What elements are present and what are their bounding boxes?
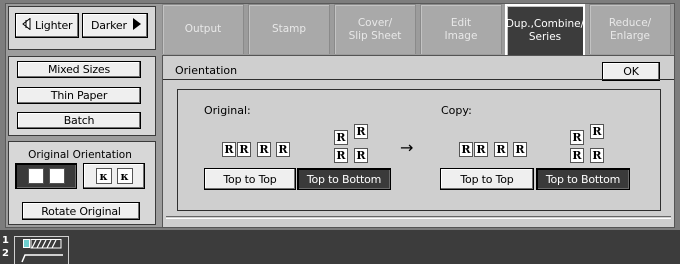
ok-label: OK	[623, 65, 639, 78]
orientation-rotated-button[interactable]: κ κ	[83, 163, 145, 189]
rotate-original-label: Rotate Original	[41, 204, 121, 218]
original-top-to-top-label: Top to Top	[223, 172, 277, 186]
original-page-icon: R	[237, 142, 251, 157]
tab-reduce-enlarge-label: Reduce/ Enlarge	[608, 16, 652, 42]
content-divider-highlight	[166, 218, 671, 219]
orientation-dialog: Orientation OK Original: Copy: R R R R R…	[162, 55, 675, 228]
copy-page-icon: R	[474, 142, 488, 157]
content-divider	[166, 216, 671, 217]
queued-job[interactable]	[14, 236, 69, 264]
page-rotated-icon: κ	[95, 168, 112, 184]
page-upright-icon: R	[27, 168, 44, 184]
queue-number-2: 2	[2, 248, 9, 259]
page-rotated-icon: κ	[116, 168, 133, 184]
job-queue-strip: 1 2	[0, 230, 680, 264]
tab-output-label: Output	[184, 23, 222, 35]
mixed-sizes-button[interactable]: Mixed Sizes	[17, 61, 141, 78]
batch-label: Batch	[63, 114, 95, 127]
original-page-icon: R	[354, 124, 368, 139]
original-top-to-bottom-label: Top to Bottom	[306, 172, 382, 186]
original-orientation-title: Original Orientation	[28, 149, 132, 161]
original-page-icon: R	[222, 142, 236, 157]
tab-edit-image[interactable]: Edit Image	[420, 4, 502, 54]
batch-button[interactable]: Batch	[17, 112, 141, 129]
darker-button[interactable]: Darker	[82, 13, 148, 38]
tab-dup-combine-series[interactable]: Dup.,Combine/ Series	[505, 4, 585, 55]
page-upright-icon: R	[48, 168, 65, 184]
copy-label: Copy:	[441, 104, 472, 117]
arrow-icon: →	[400, 138, 414, 157]
copy-page-icon: R	[459, 142, 473, 157]
rotate-original-button[interactable]: Rotate Original	[22, 202, 140, 220]
copy-page-icon: R	[570, 130, 584, 145]
thin-paper-button[interactable]: Thin Paper	[17, 87, 141, 104]
thin-paper-label: Thin Paper	[50, 89, 108, 102]
original-page-icon: R	[354, 148, 368, 163]
original-page-icon: R	[334, 130, 348, 145]
copy-top-to-top-button[interactable]: Top to Top	[440, 168, 534, 190]
copy-top-to-top-label: Top to Top	[460, 172, 514, 186]
darker-icon	[132, 18, 141, 33]
lighter-icon	[22, 17, 31, 33]
original-page-icon: R	[276, 142, 290, 157]
lighter-label: Lighter	[35, 19, 73, 32]
tab-edit-image-label: Edit Image	[444, 16, 478, 42]
copy-page-icon: R	[494, 142, 508, 157]
orientation-settings-box: Original: Copy: R R R R R R R R → R R R …	[177, 89, 661, 211]
original-top-to-top-button[interactable]: Top to Top	[204, 168, 296, 190]
tab-reduce-enlarge[interactable]: Reduce/ Enlarge	[589, 4, 671, 54]
mixed-sizes-label: Mixed Sizes	[47, 63, 111, 76]
header-divider	[163, 79, 674, 80]
tab-cover-slip-sheet-label: Cover/ Slip Sheet	[348, 16, 402, 42]
queue-number-1: 1	[2, 235, 9, 246]
copy-top-to-bottom-label: Top to Bottom	[545, 172, 621, 186]
copy-page-icon: R	[570, 148, 584, 163]
copy-top-to-bottom-button[interactable]: Top to Bottom	[536, 168, 630, 190]
tab-dup-combine-series-label: Dup.,Combine/ Series	[505, 17, 585, 43]
copy-page-icon: R	[590, 148, 604, 163]
original-top-to-bottom-button[interactable]: Top to Bottom	[297, 168, 391, 190]
copy-page-icon: R	[513, 142, 527, 157]
orientation-upright-button[interactable]: R R	[15, 163, 77, 189]
tab-output[interactable]: Output	[162, 4, 244, 54]
darker-label: Darker	[91, 19, 127, 32]
lighter-button[interactable]: Lighter	[15, 13, 79, 38]
original-label: Original:	[204, 104, 251, 117]
copy-page-icon: R	[590, 124, 604, 139]
dialog-title: Orientation	[175, 64, 238, 77]
original-page-icon: R	[334, 148, 348, 163]
job-tray-icon	[21, 253, 65, 264]
tab-stamp[interactable]: Stamp	[248, 4, 330, 54]
tab-cover-slip-sheet[interactable]: Cover/ Slip Sheet	[334, 4, 416, 54]
copier-panel: Lighter Darker Mixed Sizes Thin Paper Ba…	[0, 0, 680, 230]
job-pages-icon	[23, 239, 63, 252]
original-page-icon: R	[257, 142, 271, 157]
tab-stamp-label: Stamp	[271, 23, 307, 35]
